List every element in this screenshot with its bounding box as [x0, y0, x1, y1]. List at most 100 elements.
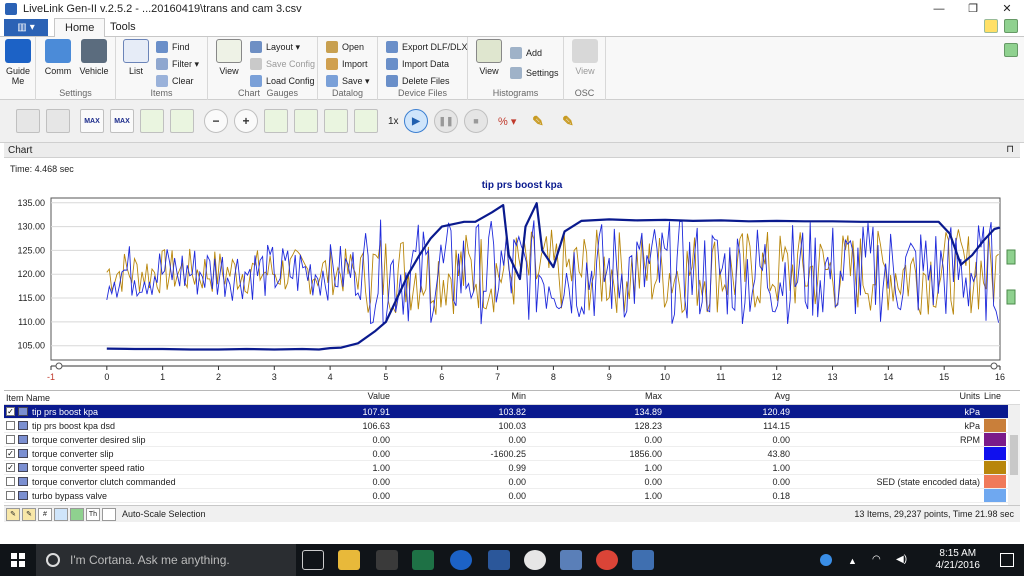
- chart-tool-f-icon[interactable]: [354, 109, 378, 133]
- save-config-button[interactable]: Save Config: [250, 56, 315, 72]
- export-dlf-button[interactable]: Export DLF/DLX: [386, 39, 468, 55]
- max-scale-button[interactable]: MAX: [80, 109, 104, 133]
- maps-app-icon[interactable]: [450, 550, 472, 570]
- col-line[interactable]: Line: [984, 391, 1006, 404]
- livelink-taskbar-icon[interactable]: [560, 550, 582, 570]
- line-color-swatch[interactable]: [984, 405, 1006, 418]
- clock[interactable]: 8:15 AM 4/21/2016: [936, 548, 981, 572]
- notifications-icon[interactable]: [1000, 553, 1014, 567]
- pause-icon[interactable]: ❚❚: [434, 109, 458, 133]
- color-alt-icon[interactable]: ✎: [22, 507, 36, 521]
- table-row[interactable]: ✓ torque converter speed ratio 1.00 0.99 1.0…: [4, 461, 1020, 475]
- file-explorer-icon[interactable]: [338, 550, 360, 570]
- itunes-icon[interactable]: [524, 550, 546, 570]
- line-color-swatch[interactable]: [984, 419, 1006, 432]
- col-units[interactable]: Units: [792, 391, 984, 404]
- chart-tool-c-icon[interactable]: [264, 109, 288, 133]
- col-min[interactable]: Min: [392, 391, 528, 404]
- volume-icon[interactable]: ◀): [896, 554, 907, 565]
- import-button[interactable]: Import: [326, 56, 368, 72]
- item-name-cell[interactable]: ✓ tip prs boost kpa: [4, 407, 262, 417]
- table-row[interactable]: ✓ torque converter slip 0.00 -1600.25 1856.0…: [4, 447, 1020, 461]
- item-name-cell[interactable]: ✓ torque converter slip: [4, 449, 262, 459]
- row-checkbox[interactable]: ✓: [6, 407, 15, 416]
- tray-app-icon[interactable]: [820, 554, 832, 566]
- percent-dropdown[interactable]: % ▾: [498, 115, 516, 128]
- item-name-cell[interactable]: ✓ torque converter speed ratio: [4, 463, 262, 473]
- tab-tools[interactable]: Tools: [100, 18, 146, 38]
- max-scale-2-button[interactable]: MAX: [110, 109, 134, 133]
- osc-view-button[interactable]: View: [570, 39, 600, 76]
- chart-tool-b-icon[interactable]: [170, 109, 194, 133]
- guide-me-button[interactable]: Guide Me: [4, 39, 32, 86]
- disabled-tool-1-icon[interactable]: [16, 109, 40, 133]
- filter-button[interactable]: Filter ▾: [156, 56, 199, 72]
- grid-scrollbar[interactable]: [1008, 405, 1020, 506]
- load-config-button[interactable]: Load Config: [250, 73, 315, 89]
- store-icon[interactable]: [376, 550, 398, 570]
- arrow-down-icon[interactable]: [1004, 43, 1018, 57]
- minimize-button[interactable]: —: [922, 0, 956, 17]
- table-row[interactable]: ✓ tip prs boost kpa 107.91 103.82 134.89 120.…: [4, 405, 1020, 419]
- chart-area[interactable]: Time: 4.468 sec tip prs boost kpa 105.00…: [4, 158, 1020, 388]
- chart-tool-d-icon[interactable]: [294, 109, 318, 133]
- start-button[interactable]: [0, 544, 36, 576]
- item-name-cell[interactable]: turbo bypass valve: [4, 491, 262, 501]
- save-button[interactable]: Save ▾: [326, 73, 370, 89]
- open-button[interactable]: Open: [326, 39, 364, 55]
- row-checkbox[interactable]: [6, 435, 15, 444]
- item-name-cell[interactable]: torque converter desired slip: [4, 435, 262, 445]
- zoom-out-icon[interactable]: −: [204, 109, 228, 133]
- histogram-settings-button[interactable]: Settings: [510, 65, 559, 81]
- line-color-swatch[interactable]: [984, 461, 1006, 474]
- chart-svg[interactable]: Time: 4.468 sec tip prs boost kpa 105.00…: [4, 158, 1020, 388]
- tab-home[interactable]: Home: [54, 18, 106, 38]
- item-name-cell[interactable]: tip prs boost kpa dsd: [4, 421, 262, 431]
- pencil-icon[interactable]: ✎: [526, 109, 550, 133]
- col-avg[interactable]: Avg: [664, 391, 792, 404]
- y-scroll-down-handle[interactable]: [1006, 289, 1016, 305]
- line-color-swatch[interactable]: [984, 475, 1006, 488]
- histogram-add-button[interactable]: Add: [510, 45, 542, 61]
- x-scroll-right-handle[interactable]: [990, 362, 998, 370]
- row-checkbox[interactable]: ✓: [6, 449, 15, 458]
- file-menu-button[interactable]: ▥ ▾: [4, 19, 48, 36]
- row-checkbox[interactable]: [6, 477, 15, 486]
- row-checkbox[interactable]: [6, 421, 15, 430]
- help-icon[interactable]: [984, 19, 998, 33]
- chevron-up-icon[interactable]: ▲: [848, 556, 857, 566]
- th-button[interactable]: Th: [86, 507, 100, 521]
- line-color-swatch[interactable]: [984, 433, 1006, 446]
- line-color-swatch[interactable]: [984, 447, 1006, 460]
- chart-view-button[interactable]: View: [214, 39, 244, 76]
- find-button[interactable]: Find: [156, 39, 190, 55]
- excel-icon[interactable]: [412, 550, 434, 570]
- pin-icon[interactable]: ⊓: [1006, 144, 1014, 155]
- maximize-button[interactable]: ❐: [956, 0, 990, 17]
- play-icon[interactable]: ▶: [404, 109, 428, 133]
- pencil-add-icon[interactable]: ✎: [556, 109, 580, 133]
- col-value[interactable]: Value: [262, 391, 392, 404]
- x-scroll-left-handle[interactable]: [55, 362, 63, 370]
- task-view-icon[interactable]: [302, 550, 324, 570]
- row-checkbox[interactable]: [6, 491, 15, 500]
- wifi-icon[interactable]: ◠: [872, 554, 881, 565]
- vehicle-button[interactable]: Vehicle: [78, 39, 110, 76]
- col-item-name[interactable]: Item Name: [4, 391, 262, 404]
- table-row[interactable]: turbo bypass valve 0.00 0.00 1.00 0.18: [4, 489, 1020, 503]
- line-color-swatch[interactable]: [984, 489, 1006, 502]
- table-row[interactable]: torque convertor clutch commanded 0.00 0.0…: [4, 475, 1020, 489]
- chart-tool-e-icon[interactable]: [324, 109, 348, 133]
- col-max[interactable]: Max: [528, 391, 664, 404]
- histogram-view-button[interactable]: View: [474, 39, 504, 76]
- list-button[interactable]: List: [122, 39, 150, 76]
- table-row[interactable]: torque converter desired slip 0.00 0.00 0.0…: [4, 433, 1020, 447]
- word-icon[interactable]: [488, 550, 510, 570]
- app-taskbar-icon[interactable]: [632, 550, 654, 570]
- import-data-button[interactable]: Import Data: [386, 56, 449, 72]
- autoscale-icon[interactable]: [102, 507, 116, 521]
- line-icon[interactable]: [70, 507, 84, 521]
- chart-tool-a-icon[interactable]: [140, 109, 164, 133]
- row-checkbox[interactable]: ✓: [6, 463, 15, 472]
- hash-button[interactable]: #: [38, 507, 52, 521]
